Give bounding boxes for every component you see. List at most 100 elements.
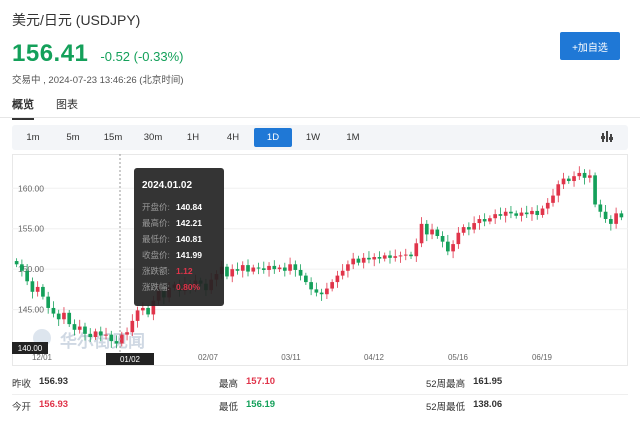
candle-body: [467, 227, 471, 230]
stat-value: 156.93: [39, 376, 69, 387]
candle-body: [519, 212, 524, 216]
y-tick-label: 160.00: [18, 183, 44, 193]
candle-body: [545, 202, 550, 209]
candle-body: [46, 296, 51, 308]
candle-body: [88, 333, 93, 338]
candle-body: [256, 267, 261, 269]
tooltip-value: 141.99: [176, 250, 202, 260]
candle-body: [98, 331, 103, 336]
candle-body: [472, 223, 476, 230]
x-tick-label: 04/12: [364, 353, 385, 362]
candle-body: [582, 172, 587, 178]
candle-body: [587, 175, 592, 178]
candle-body: [20, 264, 24, 271]
candle-body: [593, 175, 597, 205]
candle-body: [509, 211, 513, 214]
period-15m[interactable]: 15m: [94, 128, 132, 147]
candle-body: [267, 265, 271, 270]
x-tick-label: 06/19: [532, 353, 553, 362]
candle-body: [393, 256, 398, 258]
period-1mo[interactable]: 1M: [334, 128, 372, 147]
candle-body: [83, 326, 87, 334]
candle-body: [477, 219, 482, 224]
candle-body: [456, 232, 461, 245]
candle-body: [51, 307, 56, 314]
period-30m[interactable]: 30m: [134, 128, 172, 147]
candle-body: [14, 261, 19, 265]
candle-body: [335, 275, 340, 283]
candle-body: [240, 265, 245, 271]
candle-body: [340, 270, 345, 276]
candle-body: [104, 334, 108, 336]
tooltip-value: 140.81: [176, 234, 202, 244]
candle-body: [319, 292, 324, 295]
candle-tooltip: 2024.01.02 开盘价: 140.84 最高价: 142.21 最低价: …: [134, 168, 224, 306]
candle-body: [35, 286, 40, 292]
candle-body: [325, 288, 329, 295]
candle-body: [140, 307, 145, 311]
candle-body: [41, 286, 45, 297]
candle-body: [577, 172, 582, 177]
tooltip-row-low: 最低价: 140.81: [142, 231, 216, 247]
candle-body: [67, 312, 72, 325]
y-tick-label: 145.00: [18, 305, 44, 315]
candle-body: [609, 219, 613, 224]
candle-body: [430, 229, 434, 235]
candle-body: [130, 320, 135, 333]
candle-body: [72, 324, 77, 330]
stat-low: 最低 156.19: [219, 399, 426, 413]
candle-body: [398, 255, 403, 257]
crosshair-x-label: 01/02: [120, 355, 141, 364]
last-price: 156.41: [12, 40, 89, 67]
tooltip-value: 0.80%: [176, 282, 201, 292]
candle-body: [488, 218, 492, 222]
candle-body: [282, 267, 287, 271]
candle-body: [346, 264, 350, 271]
chart-settings-icon[interactable]: [600, 130, 614, 144]
tooltip-key: 最高价:: [142, 218, 170, 228]
candlestick-chart[interactable]: 160.00155.00150.00145.00华尔街见闻12/0101/020…: [12, 154, 628, 366]
period-1d[interactable]: 1D: [254, 128, 292, 147]
stat-label: 最低: [219, 401, 239, 413]
candle-body: [461, 227, 466, 233]
period-5m[interactable]: 5m: [54, 128, 92, 147]
stat-value: 161.95: [473, 376, 503, 387]
tooltip-row-close: 收盘价: 141.99: [142, 247, 216, 263]
period-1h[interactable]: 1H: [174, 128, 212, 147]
tooltip-key: 收盘价:: [142, 250, 170, 260]
tooltip-row-high: 最高价: 142.21: [142, 215, 216, 231]
tooltip-value: 140.84: [176, 202, 202, 212]
candle-body: [556, 184, 561, 196]
candle-body: [251, 267, 256, 272]
candle-body: [424, 223, 429, 235]
stat-label: 今开: [12, 401, 32, 413]
candle-body: [230, 269, 235, 277]
candle-body: [530, 210, 534, 215]
period-1m[interactable]: 1m: [14, 128, 52, 147]
candle-body: [598, 204, 603, 212]
period-1w[interactable]: 1W: [294, 128, 332, 147]
period-4h[interactable]: 4H: [214, 128, 252, 147]
candle-body: [524, 212, 529, 215]
candle-body: [419, 223, 424, 244]
y-tick-label: 155.00: [18, 224, 44, 234]
tooltip-row-change: 涨跌额: 1.12: [142, 263, 216, 279]
candle-body: [77, 326, 82, 330]
candle-body: [30, 281, 35, 292]
candle-body: [56, 313, 61, 320]
candle-body: [288, 264, 292, 271]
candle-body: [114, 341, 119, 344]
add-to-watchlist-button[interactable]: +加自选: [560, 32, 620, 60]
market-status: 交易中 , 2024-07-23 13:46:26 (北京时间): [12, 75, 184, 86]
candle-body: [614, 213, 618, 224]
candle-body: [367, 257, 371, 260]
tooltip-key: 涨跌幅:: [142, 282, 170, 292]
candle-body: [277, 267, 282, 270]
x-tick-label: 03/11: [281, 353, 301, 362]
tooltip-row-change-pct: 涨跌幅: 0.80%: [142, 279, 216, 295]
candle-body: [619, 213, 624, 218]
candle-body: [409, 254, 413, 257]
candle-body: [603, 211, 608, 220]
candle-body: [235, 269, 240, 271]
candle-body: [388, 255, 392, 258]
